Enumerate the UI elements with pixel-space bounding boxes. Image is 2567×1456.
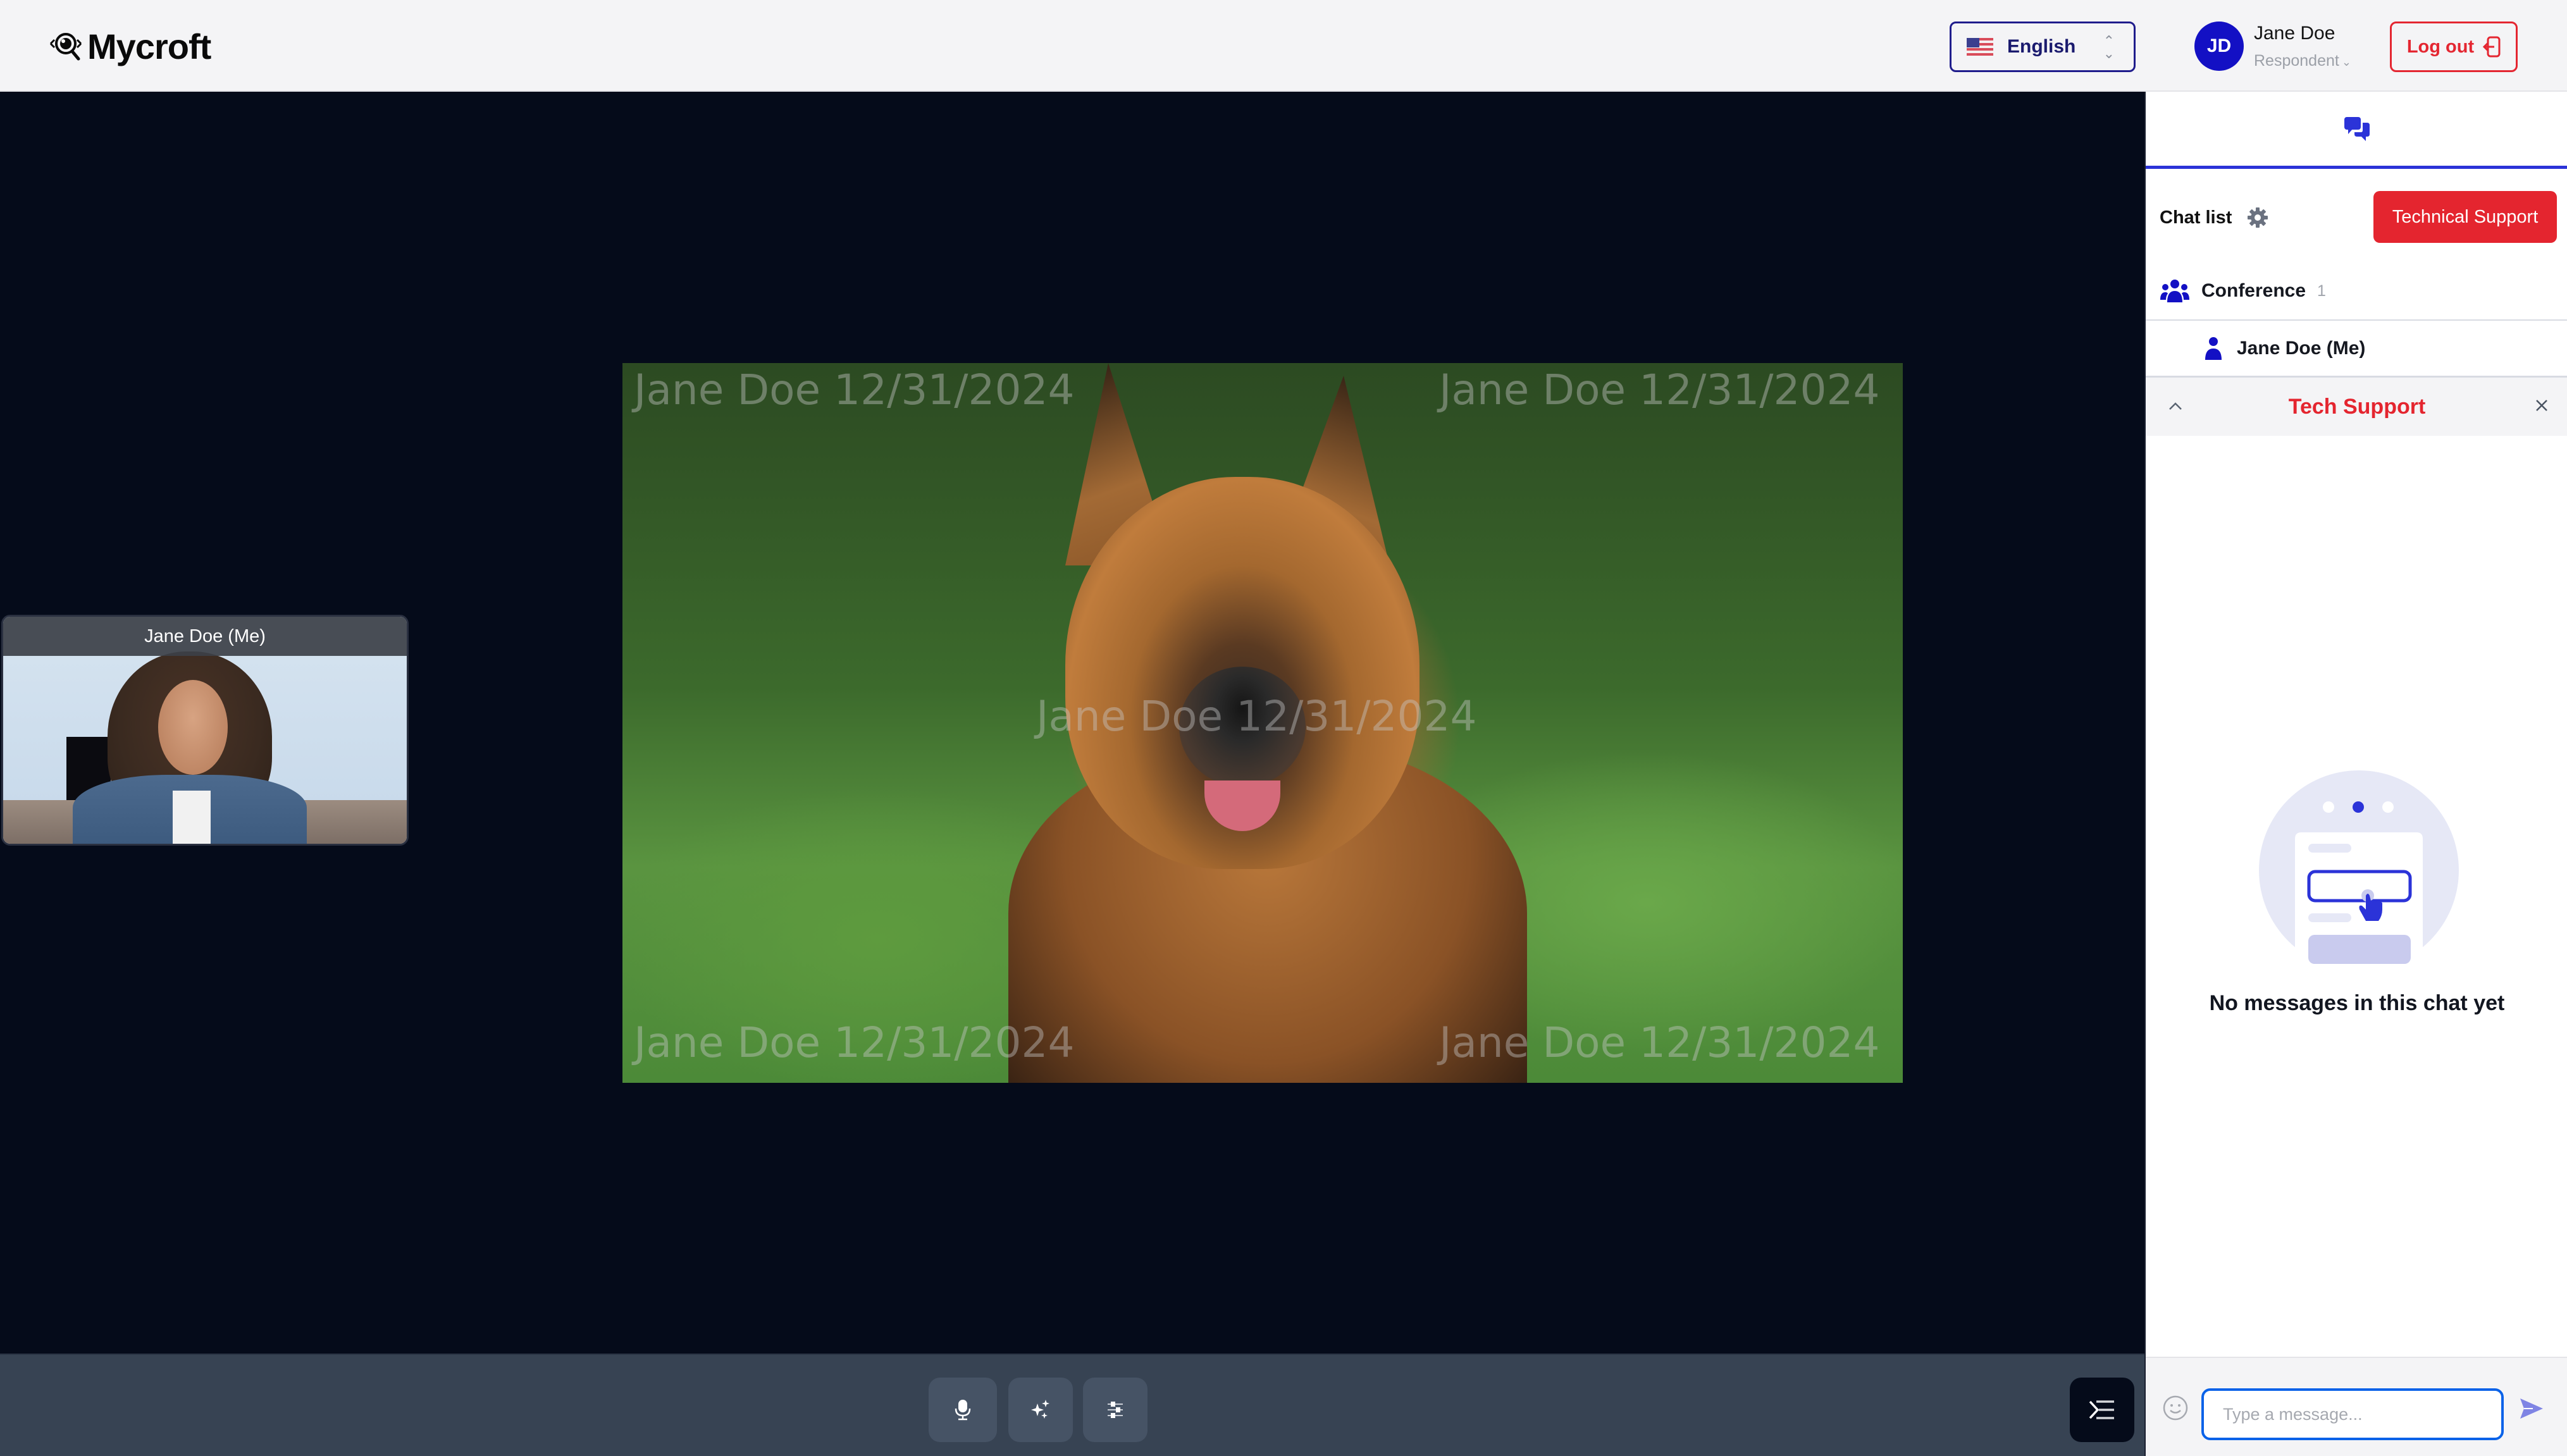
chevron-down-icon: ⌄ [2341,56,2351,68]
brand-name: Mycroft [87,26,211,66]
watermark-top-right: Jane Doe 12/31/2024 [1439,366,1880,414]
effects-button[interactable] [1008,1378,1073,1442]
watermark-center: Jane Doe 12/31/2024 [1036,692,1477,741]
open-chat-header: Tech Support [2146,378,2567,436]
self-view-person-face [158,680,228,775]
watermark-bottom-left: Jane Doe 12/31/2024 [634,1018,1075,1067]
magnifier-eye-icon [49,33,82,61]
message-input[interactable] [2201,1388,2504,1440]
chat-item-member[interactable]: Jane Doe (Me) [2146,321,2567,378]
app-header: Mycroft English ⌃ ⌄ JD Jane Doe Responden… [0,0,2567,92]
user-name: Jane Doe [2254,23,2335,44]
panel-toggle-button[interactable] [2070,1378,2134,1442]
sparkles-icon [1031,1400,1049,1419]
logout-icon [2483,36,2501,58]
tab-chat[interactable] [2146,92,2567,169]
chevron-up-down-icon: ⌃ ⌄ [2103,33,2115,61]
chevron-up-icon[interactable] [2166,397,2185,416]
watermark-bottom-right: Jane Doe 12/31/2024 [1439,1018,1880,1067]
technical-support-button[interactable]: Technical Support [2373,191,2557,243]
microphone-icon [955,1400,971,1421]
self-view-label: Jane Doe (Me) [144,626,266,646]
self-view-tile[interactable]: Jane Doe (Me) [1,615,409,846]
emoji-icon[interactable] [2162,1395,2189,1421]
empty-chat-illustration [2259,770,2459,975]
call-control-bar [0,1354,2144,1456]
self-view-label-bar: Jane Doe (Me) [3,617,407,656]
brand-logo[interactable]: Mycroft [48,25,211,67]
logout-button[interactable]: Log out [2390,22,2518,72]
open-chat-title: Tech Support [2288,394,2426,419]
sliders-icon [1108,1402,1123,1418]
logout-label: Log out [2406,36,2475,57]
chat-list-title: Chat list [2160,207,2232,228]
empty-chat-message: No messages in this chat yet [2209,991,2505,1015]
user-role-dropdown[interactable]: Respondent ⌄ [2254,52,2351,70]
user-avatar[interactable]: JD [2194,22,2244,71]
microphone-button[interactable] [929,1378,997,1442]
watermark-top-left: Jane Doe 12/31/2024 [634,366,1075,414]
member-label: Jane Doe (Me) [2237,337,2366,359]
main-video-feed[interactable]: Jane Doe 12/31/2024 Jane Doe 12/31/2024 … [622,363,1903,1083]
message-composer [2146,1357,2567,1456]
panel-toggle-icon [2089,1400,2114,1419]
user-role-label: Respondent [2254,52,2339,70]
us-flag-icon [1967,38,1993,56]
conference-member-count: 1 [2317,281,2326,300]
user-icon [2205,336,2222,360]
video-stage: Jane Doe 12/31/2024 Jane Doe 12/31/2024 … [0,92,2144,1354]
chat-sidebar: Chat list Technical Support Conference 1… [2144,92,2567,1456]
conference-label: Conference [2201,280,2306,301]
self-view-person-shirt [173,791,211,844]
send-icon[interactable] [2519,1396,2544,1421]
chat-item-conference[interactable]: Conference 1 [2146,262,2567,321]
language-label: English [2007,36,2076,57]
settings-button[interactable] [1083,1378,1147,1442]
gear-icon[interactable] [2247,207,2268,228]
users-group-icon [2160,280,2189,302]
close-icon[interactable] [2532,395,2552,416]
chat-bubbles-icon [2344,116,2370,141]
language-select[interactable]: English ⌃ ⌄ [1950,22,2136,72]
